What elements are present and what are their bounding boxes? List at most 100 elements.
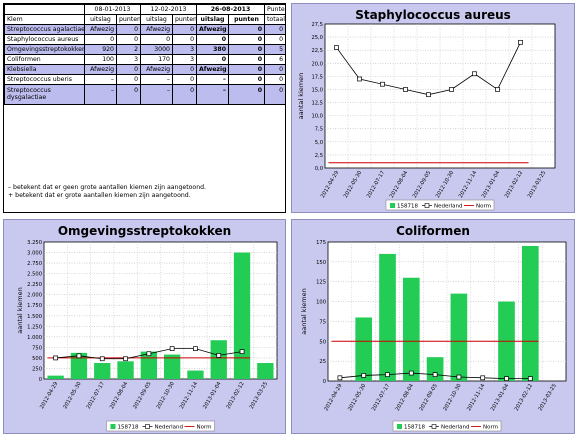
row-name: Streptococcus dysgalactiae [4, 84, 85, 105]
row-name: Streptococcus uberis [4, 74, 85, 85]
uitslag-cell: Afwezig [140, 64, 173, 75]
x-tick-label: 2012-04-29 [323, 383, 343, 412]
staphylococcus-chart: 0,0 2,5 5,0 7,5 10,0 12,5 15,0 17,5 20,0 22,5 25,0… [297, 22, 556, 211]
klem-header: Klem [4, 14, 85, 25]
punten-cell: 0 [116, 64, 141, 75]
nederland-marker [76, 353, 82, 359]
x-tick-label: 2012-08-04 [109, 380, 130, 410]
row-name: Staphylococcus aureus [4, 34, 85, 45]
uitslag-cell: 0 [196, 34, 229, 45]
y-tick-label: 27,5 [311, 22, 323, 28]
legend-label: Norm [197, 425, 212, 431]
punten-cell: 0 [116, 84, 141, 105]
total-cell: 0 [264, 74, 286, 85]
legend-label: Nederland [434, 204, 463, 210]
y-tick-label: 175 [316, 240, 326, 246]
nederland-marker [337, 375, 343, 381]
bar [379, 253, 396, 381]
date-header-3: 26-08-2013 [196, 4, 265, 15]
y-tick-label: 1.500 [27, 314, 42, 320]
y-tick-label: 250 [32, 366, 42, 372]
uitslag-cell: 0 [84, 34, 117, 45]
x-tick-label: 2013-01-04 [490, 382, 511, 412]
x-tick-label: 2013-02-12 [226, 381, 246, 410]
nederland-marker [357, 76, 362, 82]
punten-cell: 0 [228, 44, 265, 55]
x-tick-label: 2012-10-30 [435, 170, 455, 199]
uitslag-cell: 380 [196, 44, 229, 55]
nederland-marker [456, 374, 462, 380]
punten-subheader: punten [116, 14, 141, 25]
legend-swatch-marker [431, 424, 437, 429]
nederland-marker [216, 353, 222, 358]
nederland-marker [169, 346, 175, 351]
y-axis-label: aantal kiemen [297, 73, 305, 120]
uitslag-cell: – [84, 74, 117, 85]
nederland-marker [380, 81, 385, 87]
legend-label: Nederland [441, 425, 470, 431]
punten-cell: 0 [228, 34, 265, 45]
x-tick-label: 2012-09-05 [412, 170, 432, 199]
bar [187, 370, 204, 379]
x-tick-label: 2012-04-29 [320, 170, 340, 199]
punten-cell: 3 [116, 54, 141, 65]
punten-cell: 0 [172, 74, 197, 85]
legend-swatch-marker [145, 424, 150, 429]
nederland-marker [361, 373, 367, 378]
y-tick-label: 500 [32, 356, 42, 362]
omgevingsstreptokokken-chart: 0 250 500 750 1.000 1.250 1.500 1.750 2.000 2.250… [16, 240, 278, 432]
y-tick-label: 12,5 [311, 101, 323, 107]
uitslag-header: uitslag [140, 14, 173, 25]
table-row: Staphylococcus aureus 0 0 0 0 0 0 0 [4, 34, 286, 45]
plot-area [324, 23, 556, 169]
uitslag-cell: Afwezig [84, 64, 117, 75]
total-cell: 0 [264, 84, 286, 105]
y-tick-label: 1.750 [27, 303, 42, 309]
total-cell: 0 [264, 24, 286, 35]
uitslag-cell: 920 [84, 44, 117, 55]
x-tick-label: 2012-07-17 [371, 383, 391, 412]
legend-label: 158718 [118, 425, 139, 431]
y-tick-label: 25,0 [311, 35, 323, 41]
row-name: Streptococcus agalactiae [4, 24, 85, 35]
legend-label: 158718 [397, 204, 418, 210]
bar [402, 277, 420, 381]
y-tick-label: 7,5 [315, 127, 323, 133]
row-name: Coliformen [4, 54, 85, 65]
y-tick-label: 50 [319, 339, 326, 345]
punten-cell: 3 [172, 54, 197, 65]
y-tick-label: 10,0 [311, 114, 323, 120]
nederland-marker [480, 375, 486, 381]
x-tick-label: 2013-01-04 [481, 169, 502, 199]
y-axis-label: aantal kiemen [16, 287, 24, 334]
nederland-marker [146, 351, 152, 357]
x-tick-label: 2012-05-30 [343, 170, 363, 199]
y-tick-label: 75 [319, 319, 326, 325]
y-tick-label: 17,5 [311, 74, 323, 80]
bar [521, 245, 539, 381]
x-tick-label: 2012-10-30 [442, 383, 462, 412]
klem-header-spacer [4, 4, 85, 15]
y-tick-label: 0 [323, 379, 326, 385]
results-table: 08-01-2013 12-02-2013 26-08-2013 Punten … [4, 4, 286, 105]
results-table-body: Streptococcus agalactiae Afwezig 0 Afwezig 0… [4, 24, 286, 105]
x-tick-label: 2013-02-12 [504, 170, 524, 199]
x-tick-label: 2012-09-05 [132, 381, 152, 410]
y-tick-label: 3.000 [27, 251, 42, 257]
results-table-panel: 08-01-2013 12-02-2013 26-08-2013 Punten … [3, 3, 286, 213]
y-tick-label: 0,0 [315, 166, 323, 172]
x-tick-label: 2012-05-30 [347, 383, 367, 412]
y-axis-label: aantal kiemen [300, 288, 308, 335]
nederland-marker [432, 372, 438, 377]
y-tick-label: 0 [39, 377, 42, 383]
y-tick-label: 25 [319, 359, 326, 365]
punten-header: Punten [264, 4, 286, 15]
nederland-marker [472, 71, 477, 77]
x-tick-label: 2012-07-17 [366, 170, 386, 199]
bar [426, 357, 444, 381]
nederland-marker [334, 45, 339, 50]
y-tick-label: 3.250 [27, 240, 42, 246]
x-tick-label: 2013-03-25 [538, 383, 558, 412]
x-tick-label: 2012-09-05 [419, 383, 439, 412]
uitslag-cell: – [140, 84, 173, 105]
